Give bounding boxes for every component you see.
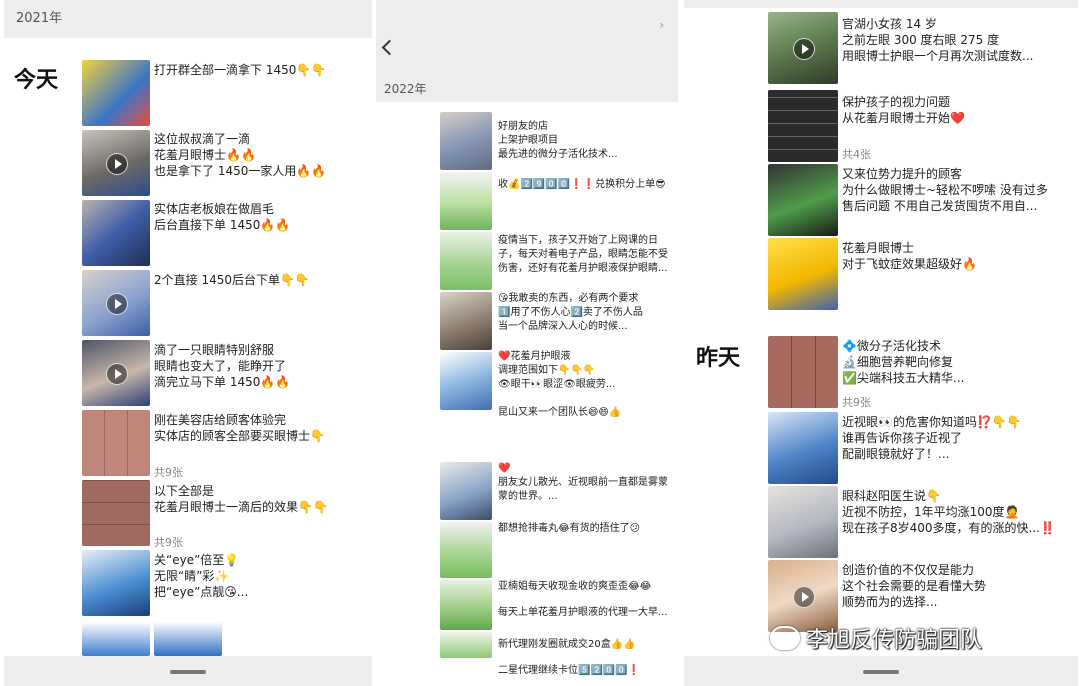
post-video[interactable] [82, 340, 150, 406]
post-text[interactable]: 眼科赵阳医生说👇 近视不防控，1年平均涨100度🤦 现在孩子8岁400多度，有的涨的… [842, 488, 1072, 536]
post-image[interactable] [82, 200, 150, 266]
play-icon [106, 153, 128, 175]
home-handle[interactable] [170, 670, 206, 674]
post-text[interactable]: 每天上单花羞月护眼液的代理一大早... [498, 606, 668, 620]
bottom-bar [684, 656, 1078, 686]
play-icon [793, 586, 815, 608]
image-count: 共9张 [154, 466, 183, 479]
post-image[interactable] [154, 622, 222, 656]
post-text[interactable]: 😘我敢卖的东西，必有两个要求 1️⃣用了不伤人心2️⃣卖了不伤人品 当一个品牌深入人… [498, 292, 668, 334]
image-count: 共9张 [154, 536, 183, 549]
post-text[interactable]: 近视眼👀的危害你知道吗⁉️👇👇 谁再告诉你孩子近视了 配副眼镜就好了！... [842, 414, 1072, 462]
post-text[interactable]: 创造价值的不仅仅是能力 这个社会需要的是看懂大势 顺势而为的选择... [842, 562, 1072, 610]
post-text[interactable]: 打开群全部一滴拿下 1450👇👇 [154, 62, 364, 78]
post-video[interactable] [768, 12, 838, 84]
post-image[interactable] [440, 580, 492, 630]
post-text[interactable]: 2个直接 1450后台下单👇👇 [154, 272, 364, 288]
year-header: 2021年 [4, 0, 372, 38]
post-text[interactable]: 保护孩子的视力问题 从花羞月眼博士开始❤️ [842, 94, 1072, 126]
post-image[interactable] [440, 352, 492, 410]
post-text[interactable]: 都想抢排毒丸😂有货的捂住了😕 [498, 522, 668, 536]
post-text[interactable]: ❤️花羞月护眼液 调理范围如下👇👇👇 👁眼干👀眼涩👁眼疲劳... [498, 350, 668, 392]
post-text[interactable]: 收💰2️⃣9️⃣0️⃣0️⃣❗❗兑换积分上单😎 [498, 178, 668, 192]
post-text[interactable]: 花羞月眼博士 对于飞蚊症效果超级好🔥 [842, 240, 1072, 272]
post-image[interactable] [440, 232, 492, 290]
post-image[interactable] [82, 622, 150, 656]
post-image[interactable] [440, 292, 492, 350]
post-image-grid[interactable] [82, 480, 150, 546]
post-text[interactable]: 好朋友的店 上架护眼项目 最先进的微分子活化技术... [498, 120, 668, 162]
post-text[interactable]: 官湖小女孩 14 岁之前左眼 300 度右眼 275 度用眼博士护眼一个月再次测… [842, 16, 1072, 64]
post-text[interactable]: 实体店老板娘在做眉毛 后台直接下单 1450🔥🔥 [154, 201, 364, 233]
moments-panel-2022: › 2022年 好朋友的店 上架护眼项目 最先进的微分子活化技术... 收💰2️⃣9… [376, 0, 678, 686]
post-image[interactable] [768, 486, 838, 558]
post-text[interactable]: 二星代理继续卡位5️⃣2️⃣0️⃣0️⃣❗ [498, 664, 668, 678]
post-text[interactable]: 亚楠姐每天收现金收的爽歪歪😂😂 [498, 580, 668, 594]
post-text[interactable]: 滴了一只眼睛特别舒服 眼睛也变大了，能睁开了 滴完立马下单 1450🔥🔥 [154, 342, 364, 390]
image-count: 共9张 [842, 396, 871, 409]
watermark-text: 李旭反传防骗团队 [806, 628, 983, 653]
day-label-yesterday: 昨天 [696, 346, 741, 371]
chevron-right-icon: › [659, 18, 664, 32]
header-bar [684, 0, 1078, 8]
post-text[interactable]: 昆山又来一个团队长😄😄👍 [498, 406, 668, 420]
post-text[interactable]: 关“eye”倍至💡 无限“睛”彩✨ 把“eye”点靓😘... [154, 552, 364, 600]
post-text[interactable]: 这位叔叔滴了一滴 花羞月眼博士🔥🔥 也是拿下了 1450一家人用🔥🔥 [154, 131, 364, 179]
post-text[interactable]: 刚在美容店给顾客体验完 实体店的顾客全部要买眼博士👇 [154, 412, 364, 444]
post-image[interactable] [440, 112, 492, 170]
post-text[interactable]: 疫情当下，孩子又开始了上网课的日 子，每天对着电子产品，眼睛怎能不受 伤害，还好有花… [498, 234, 668, 276]
post-text[interactable]: 新代理刚发圈就成交20盒👍👍 [498, 638, 668, 652]
post-image[interactable] [440, 632, 492, 658]
post-image-grid[interactable] [768, 336, 838, 408]
play-icon [793, 38, 815, 60]
post-image[interactable] [768, 238, 838, 310]
post-text[interactable]: ❤️ 朋友女儿散光、近视眼前一直都是雾蒙 蒙的世界。... [498, 462, 668, 504]
post-image[interactable] [440, 462, 492, 520]
post-text[interactable]: 💠微分子活化技术 🔬细胞营养靶向修复 ✅尖端科技五大精华... [842, 338, 1072, 386]
bottom-bar [4, 656, 372, 686]
post-image[interactable] [440, 522, 492, 578]
post-image[interactable] [82, 550, 150, 616]
post-text[interactable]: 又来位势力提升的顾客 为什么做眼博士~轻松不啰嗦 没有过多 售后问题 不用自己发货囤… [842, 166, 1072, 214]
post-image-grid[interactable] [82, 410, 150, 476]
post-text[interactable]: 以下全部是 花羞月眼博士一滴后的效果👇👇 [154, 483, 364, 515]
image-count: 共4张 [842, 148, 871, 161]
post-image[interactable] [768, 164, 838, 236]
post-video[interactable] [82, 270, 150, 336]
wechat-icon [770, 626, 800, 650]
watermark: 李旭反传防骗团队 [770, 622, 982, 654]
year-header: 2022年 [384, 82, 427, 96]
home-handle[interactable] [863, 670, 899, 674]
post-image[interactable] [440, 172, 492, 230]
play-icon [106, 363, 128, 385]
play-icon [106, 293, 128, 315]
day-label-today: 今天 [14, 68, 59, 93]
post-image[interactable] [82, 60, 150, 126]
post-video[interactable] [82, 130, 150, 196]
moments-panel-2021: 2021年 今天 打开群全部一滴拿下 1450👇👇 这位叔叔滴了一滴 花羞月眼博士… [4, 0, 372, 686]
post-image[interactable] [768, 412, 838, 484]
moments-panel-yesterday: 官湖小女孩 14 岁之前左眼 300 度右眼 275 度用眼博士护眼一个月再次测… [684, 0, 1078, 686]
post-image-grid[interactable] [768, 90, 838, 162]
